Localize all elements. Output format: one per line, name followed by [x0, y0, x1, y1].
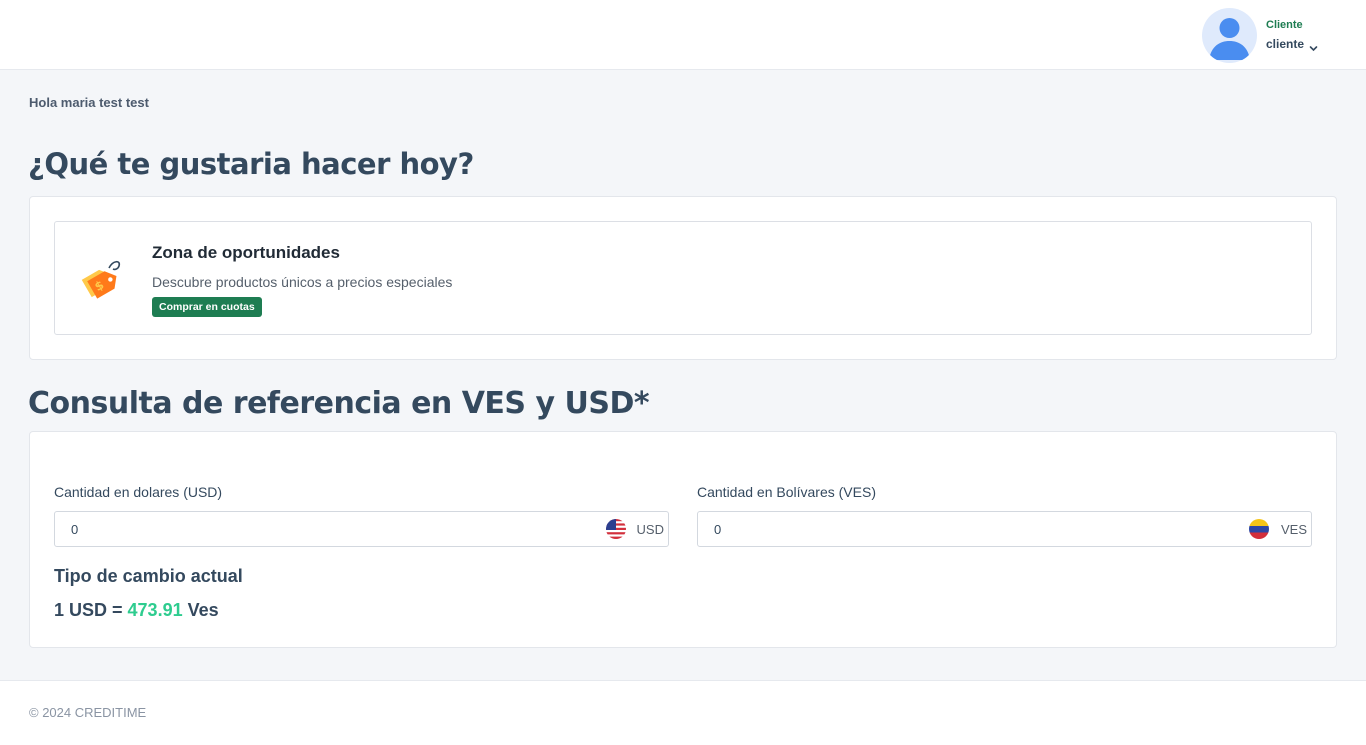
top-navbar: Cliente cliente	[0, 0, 1366, 70]
actions-section-title: ¿Qué te gustaria hacer hoy?	[28, 147, 474, 181]
exchange-rate-line: 1 USD = 473.91 Ves	[54, 600, 219, 621]
rate-suffix: Ves	[182, 600, 219, 620]
chevron-down-icon[interactable]	[1309, 40, 1318, 51]
user-name: cliente	[1266, 37, 1305, 51]
promo-description: Descubre productos únicos a precios espe…	[152, 274, 453, 290]
buy-in-installments-button[interactable]: Comprar en cuotas	[152, 297, 262, 317]
usd-amount-input[interactable]	[55, 512, 595, 546]
usd-currency-label: USD	[636, 522, 664, 537]
price-tag-icon: $	[71, 252, 125, 306]
footer: © 2024 CREDITIME	[0, 680, 1366, 745]
promo-title: Zona de oportunidades	[152, 243, 340, 262]
user-menu[interactable]: Cliente cliente	[1202, 7, 1318, 63]
exchange-rate-title: Tipo de cambio actual	[54, 566, 243, 586]
opportunities-promo[interactable]: $ Zona de oportunidades Descubre product…	[54, 221, 1312, 335]
user-role: Cliente	[1266, 19, 1303, 31]
usd-input-group: USD	[54, 511, 669, 547]
user-info: Cliente cliente	[1266, 18, 1318, 52]
greeting-text: Hola maria test test	[29, 95, 149, 110]
rate-prefix: 1 USD =	[54, 600, 128, 620]
avatar-icon	[1202, 7, 1257, 63]
rate-value: 473.91	[127, 600, 183, 620]
exchange-card: Cantidad en dolares (USD) USD Cantidad e…	[29, 431, 1337, 648]
ves-amount-input[interactable]	[698, 512, 1238, 546]
exchange-section-title: Consulta de referencia en VES y USD*	[28, 386, 650, 421]
copyright-text: © 2024 CREDITIME	[29, 705, 147, 720]
user-name-row[interactable]: cliente	[1266, 36, 1318, 52]
venezuela-flag-icon	[1249, 519, 1269, 539]
us-flag-icon	[606, 519, 626, 539]
actions-card: $ Zona de oportunidades Descubre product…	[29, 196, 1337, 360]
usd-field-label: Cantidad en dolares (USD)	[54, 484, 223, 500]
ves-field-label: Cantidad en Bolívares (VES)	[697, 484, 876, 500]
ves-input-group: VES	[697, 511, 1312, 547]
ves-currency-label: VES	[1280, 522, 1307, 537]
